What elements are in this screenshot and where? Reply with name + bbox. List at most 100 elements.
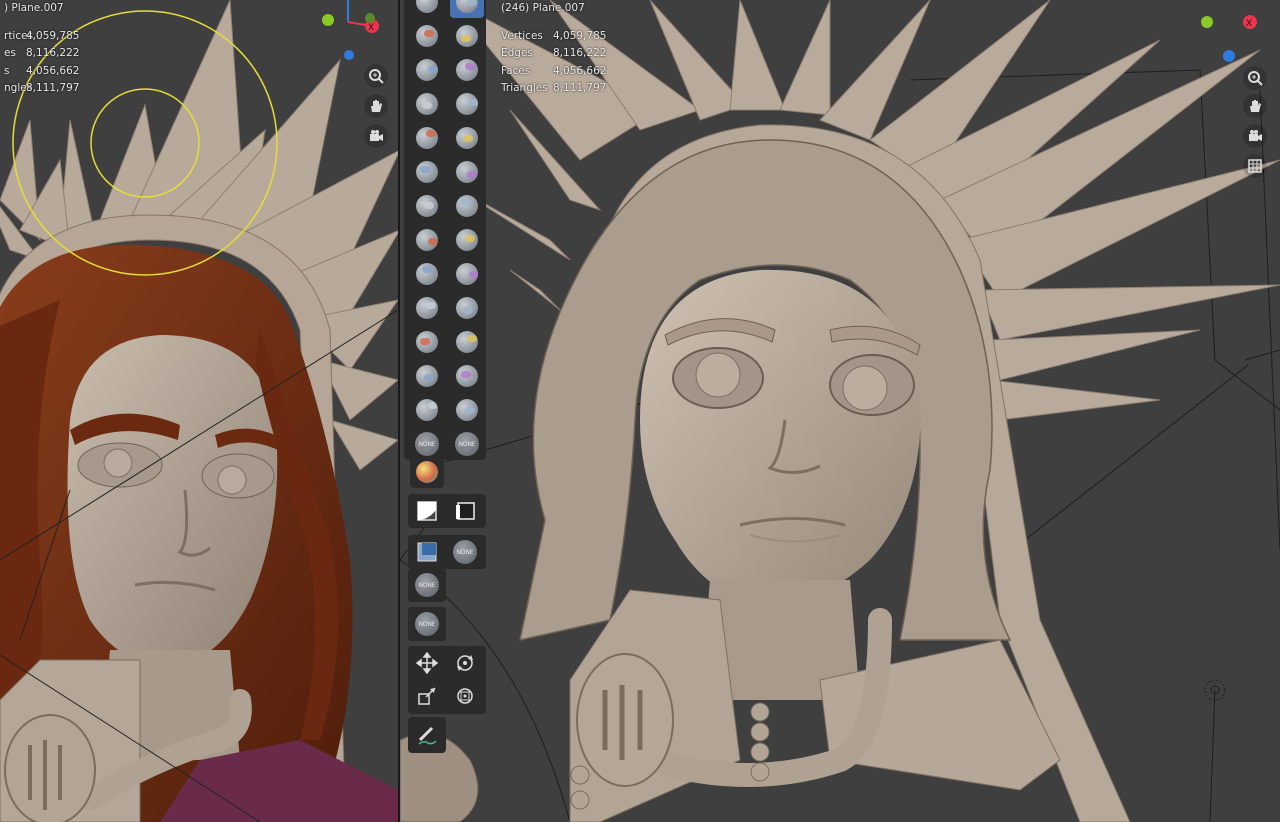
draw-sharp-brush[interactable] [450,0,484,18]
grab-brush[interactable] [450,224,484,256]
multiplane-scrape-brush[interactable] [450,190,484,222]
crease-brush-icon [416,127,438,149]
blob-brush-icon [456,93,478,115]
none-icon: NONE [415,573,439,597]
y-axis-dot[interactable] [322,14,334,26]
camera-icon[interactable] [1243,124,1267,148]
stat-value: 4,056,662 [553,65,607,77]
boundary-brush-icon [456,365,478,387]
sculpt-scene-left[interactable] [0,0,398,822]
clay-strips-brush[interactable] [450,20,484,52]
nudge-brush-icon [416,331,438,353]
stat-label: Edges [501,47,533,59]
draw-sharp-brush-icon [456,0,478,13]
transform-tool[interactable] [448,680,482,712]
thumb-brush[interactable] [410,292,444,324]
none-tool[interactable]: NONE [410,569,444,601]
rotate-tool[interactable] [448,647,482,679]
stat-value: 4,059,785 [26,30,80,42]
rotate-brush[interactable] [450,326,484,358]
layer-brush-icon [456,59,478,81]
none-tool[interactable]: NONE [448,536,482,568]
slide-relax-brush-icon [416,365,438,387]
multiplane-scrape-brush-icon [456,195,478,217]
stat-value: 8,116,222 [553,47,607,59]
none-icon: NONE [415,432,439,456]
snake-hook-brush-icon [456,263,478,285]
sculpt-scene-right[interactable] [400,0,1280,822]
fill-brush[interactable] [450,156,484,188]
flatten-brush[interactable] [410,156,444,188]
stat-label: es [4,47,16,59]
simplify-brush[interactable] [450,394,484,426]
x-axis-label: X [368,23,374,33]
smooth-brush-icon [456,127,478,149]
stat-value: 4,056,662 [26,65,80,77]
navigation-gizmo[interactable]: X [1200,8,1270,66]
thumb-brush-icon [416,297,438,319]
elastic-deform-brush[interactable] [410,258,444,290]
slide-relax-brush[interactable] [410,360,444,392]
scale-tool[interactable] [410,680,444,712]
smooth-brush[interactable] [450,122,484,154]
pan-hand-icon[interactable] [1243,94,1267,118]
stat-value: 8,111,797 [553,82,607,94]
face [640,269,921,605]
scene-statistics: (246) Plane.007 Vertices 4,059,785 Edges 8… [501,0,641,100]
stat-label: s [4,65,10,77]
zoom-icon[interactable] [364,64,388,88]
move-tool[interactable] [410,647,444,679]
draw-brush-icon [416,0,438,13]
pan-hand-icon[interactable] [364,94,388,118]
none-tool[interactable]: NONE [410,608,444,640]
flatten-brush-icon [416,161,438,183]
scrape-brush[interactable] [410,190,444,222]
pose-brush-icon [456,297,478,319]
zoom-icon[interactable] [1243,66,1267,90]
none-icon: NONE [453,540,477,564]
tool-shelf: NONE NONE NONE NONE NONE [404,0,486,822]
cloth-brush-icon [416,399,438,421]
snake-hook-brush[interactable] [450,258,484,290]
y-axis-dot[interactable] [1201,16,1213,28]
none-tool[interactable]: NONE [450,428,484,460]
pinch-brush[interactable] [410,224,444,256]
clay-thumb-brush-icon [416,59,438,81]
pose-brush[interactable] [450,292,484,324]
stat-label: Faces [501,65,531,77]
object-title: (246) Plane.007 [501,2,585,14]
draw-brush[interactable] [410,0,444,18]
clay-thumb-brush[interactable] [410,54,444,86]
x-axis-label: X [1246,19,1252,29]
annotate-tool[interactable] [410,719,444,751]
nudge-brush[interactable] [410,326,444,358]
right-viewport[interactable]: (246) Plane.007 Vertices 4,059,785 Edges 8… [400,0,1280,822]
layer-brush[interactable] [450,54,484,86]
left-viewport[interactable]: ) Plane.007 rtices 4,059,785 es 8,116,222 … [0,0,398,822]
clay-brush[interactable] [410,20,444,52]
pinch-brush-icon [416,229,438,251]
none-icon: NONE [415,612,439,636]
scrape-brush-icon [416,195,438,217]
stat-label: Vertices [501,30,543,42]
draw-face-sets-brush[interactable] [410,536,444,568]
crease-brush[interactable] [410,122,444,154]
blob-brush[interactable] [450,88,484,120]
z-axis-dot[interactable] [1223,50,1235,62]
boundary-brush[interactable] [450,360,484,392]
inflate-brush[interactable] [410,88,444,120]
cloth-brush[interactable] [410,394,444,426]
camera-icon[interactable] [364,124,388,148]
clay-strips-brush-icon [456,25,478,47]
scene-statistics: ) Plane.007 rtices 4,059,785 es 8,116,222 … [4,0,124,100]
stat-label: Triangles [501,82,548,94]
paint-brush[interactable] [410,456,444,488]
grid-perspective-icon[interactable] [1243,154,1267,178]
z-axis-dot[interactable] [344,50,354,60]
mask-brush[interactable] [410,495,444,527]
navigation-gizmo[interactable]: X [318,0,388,64]
box-mask-tool[interactable] [448,495,482,527]
inflate-brush-icon [416,93,438,115]
clay-brush-icon [416,25,438,47]
fill-brush-icon [456,161,478,183]
